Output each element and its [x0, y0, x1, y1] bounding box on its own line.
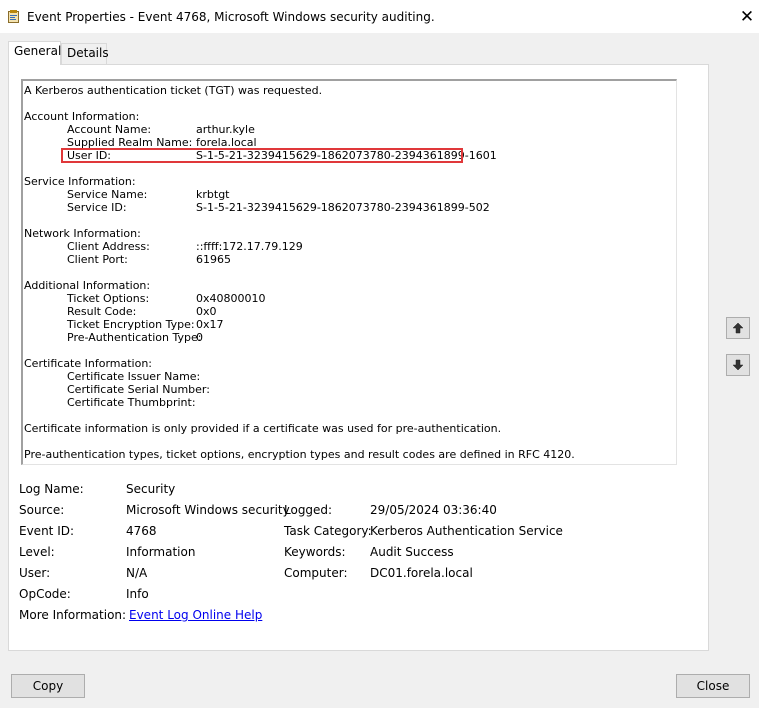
arrow-down-icon [732, 359, 744, 371]
client-address-value: ::ffff:172.17.79.129 [196, 240, 303, 253]
event-viewer-icon [8, 10, 19, 23]
log-name-label: Log Name: [19, 482, 84, 496]
arrow-up-icon [732, 322, 744, 334]
window-title: Event Properties - Event 4768, Microsoft… [27, 10, 435, 24]
section-heading-service: Service Information: [24, 175, 136, 188]
tab-general[interactable]: General [8, 41, 61, 65]
cert-issuer-key: Certificate Issuer Name: [67, 370, 201, 383]
user-id-highlight [61, 148, 463, 163]
keywords-value: Audit Success [370, 545, 454, 559]
level-value: Information [126, 545, 196, 559]
section-heading-additional: Additional Information: [24, 279, 151, 292]
cert-serial-key: Certificate Serial Number: [67, 383, 210, 396]
opcode-value: Info [126, 587, 149, 601]
client-port-value: 61965 [196, 253, 231, 266]
encryption-type-key: Ticket Encryption Type: [67, 318, 195, 331]
user-value: N/A [126, 566, 148, 580]
service-id-key: Service ID: [67, 201, 127, 214]
source-value: Microsoft Windows security [126, 503, 290, 517]
client-address-key: Client Address: [67, 240, 150, 253]
close-icon[interactable]: ✕ [735, 5, 759, 29]
ticket-options-value: 0x40800010 [196, 292, 266, 305]
level-label: Level: [19, 545, 55, 559]
title-bar: Event Properties - Event 4768, Microsoft… [0, 0, 759, 33]
account-name-value: arthur.kyle [196, 123, 255, 136]
preauth-type-key: Pre-Authentication Type: [67, 331, 202, 344]
cert-thumbprint-key: Certificate Thumbprint: [67, 396, 196, 409]
user-label: User: [19, 566, 51, 580]
ticket-options-key: Ticket Options: [67, 292, 150, 305]
computer-value: DC01.forela.local [370, 566, 473, 580]
opcode-label: OpCode: [19, 587, 71, 601]
result-code-value: 0x0 [196, 305, 217, 318]
event-id-label: Event ID: [19, 524, 75, 538]
task-category-label: Task Category: [284, 524, 372, 538]
log-name-value: Security [126, 482, 176, 496]
more-info-label: More Information: [19, 608, 127, 622]
client-port-key: Client Port: [67, 253, 128, 266]
event-log-help-link[interactable]: Event Log Online Help [129, 608, 262, 622]
service-name-key: Service Name: [67, 188, 148, 201]
computer-label: Computer: [284, 566, 348, 580]
task-category-value: Kerberos Authentication Service [370, 524, 563, 538]
logged-value: 29/05/2024 03:36:40 [370, 503, 497, 517]
account-name-key: Account Name: [67, 123, 152, 136]
source-label: Source: [19, 503, 65, 517]
keywords-label: Keywords: [284, 545, 346, 559]
next-event-button[interactable] [726, 354, 750, 376]
section-heading-network: Network Information: [24, 227, 141, 240]
previous-event-button[interactable] [726, 317, 750, 339]
result-code-key: Result Code: [67, 305, 137, 318]
rfc-note: Pre-authentication types, ticket options… [24, 448, 575, 461]
service-name-value: krbtgt [196, 188, 230, 201]
copy-button[interactable]: Copy [11, 674, 85, 698]
tab-details[interactable]: Details [61, 43, 109, 64]
event-id-value: 4768 [126, 524, 157, 538]
close-button[interactable]: Close [676, 674, 750, 698]
event-summary: A Kerberos authentication ticket (TGT) w… [24, 84, 323, 97]
section-heading-account: Account Information: [24, 110, 140, 123]
cert-note: Certificate information is only provided… [24, 422, 502, 435]
service-id-value: S-1-5-21-3239415629-1862073780-239436189… [196, 201, 490, 214]
section-heading-certificate: Certificate Information: [24, 357, 153, 370]
preauth-type-value: 0 [196, 331, 203, 344]
encryption-type-value: 0x17 [196, 318, 224, 331]
logged-label: Logged: [284, 503, 333, 517]
